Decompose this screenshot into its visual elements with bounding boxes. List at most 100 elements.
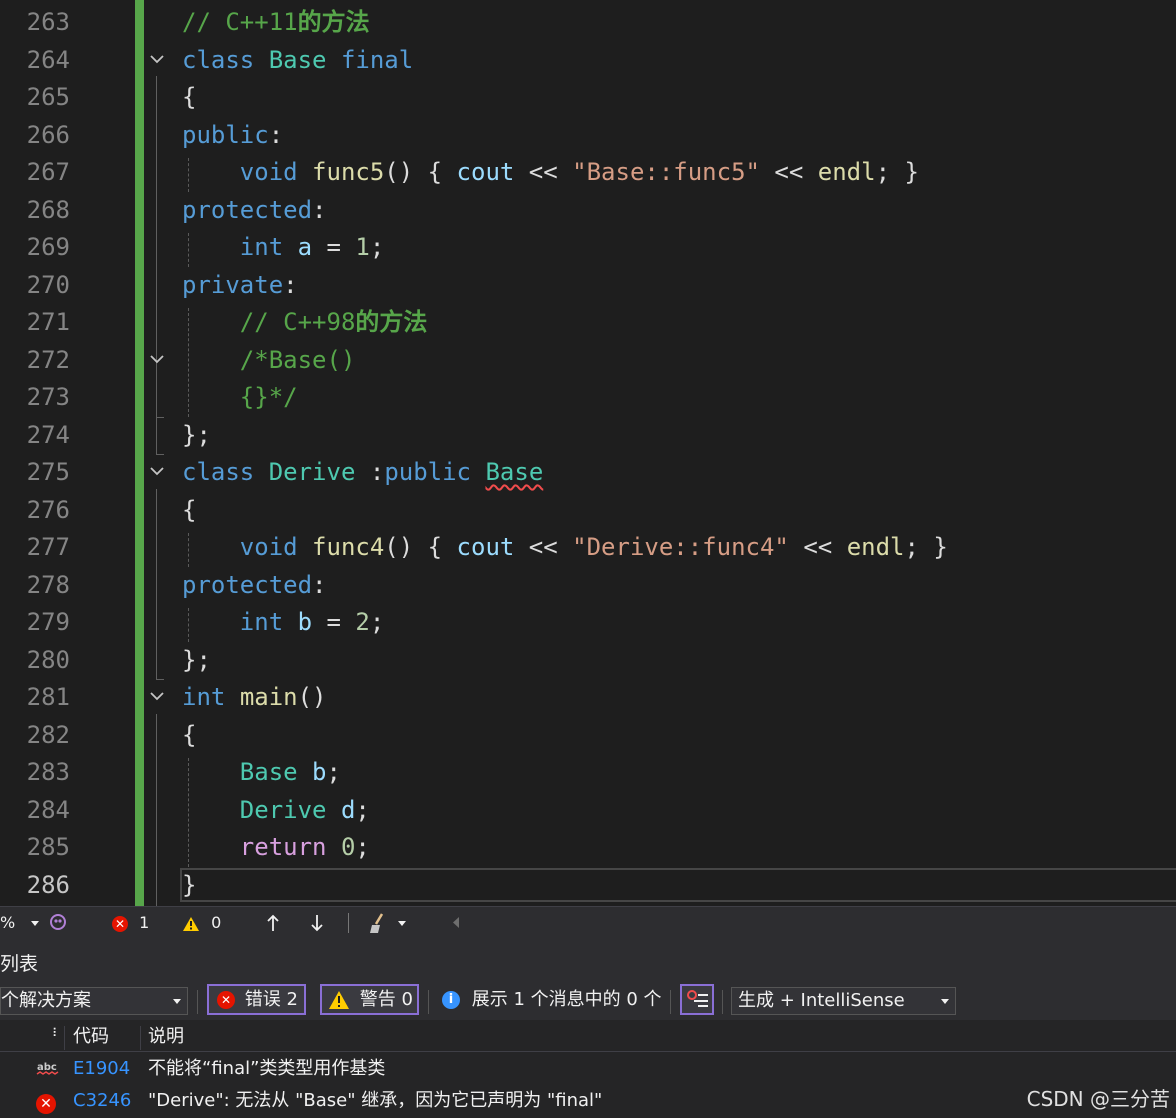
copilot-icon[interactable]	[48, 907, 68, 938]
code-line[interactable]: 285 return 0;	[0, 829, 1176, 867]
code-text[interactable]: {	[182, 79, 196, 117]
code-text[interactable]: int b = 2;	[182, 604, 385, 642]
code-line[interactable]: 273 {}*/	[0, 379, 1176, 417]
code-text[interactable]: void func5() { cout << "Base::func5" << …	[182, 154, 919, 192]
code-text[interactable]: {	[182, 717, 196, 755]
code-text[interactable]: protected:	[182, 567, 327, 605]
code-editor[interactable]: 263// C++11的方法 264 class Base final 265 {266…	[0, 0, 1176, 906]
code-text[interactable]: void func4() { cout << "Derive::func4" <…	[182, 529, 948, 567]
line-number: 267	[26, 158, 70, 186]
messages-filter-label: 展示 1 个消息中的 0 个	[471, 989, 662, 1010]
column-divider[interactable]	[64, 1026, 65, 1050]
zoom-dropdown-icon[interactable]	[29, 907, 41, 938]
code-text[interactable]: {}*/	[182, 379, 298, 417]
code-text[interactable]: {	[182, 492, 196, 530]
code-line[interactable]: 284 Derive d;	[0, 792, 1176, 830]
code-token: // C++98	[239, 308, 356, 336]
code-line[interactable]: 281 int main()	[0, 679, 1176, 717]
code-text[interactable]: public:	[182, 117, 283, 155]
code-token: {	[182, 83, 197, 111]
code-text[interactable]: };	[182, 417, 211, 455]
warnings-filter-button[interactable]: 警告 0	[320, 984, 419, 1015]
code-line[interactable]: 283 Base b;	[0, 754, 1176, 792]
errors-filter-button[interactable]: ✕ 错误 2	[207, 984, 306, 1015]
code-line[interactable]: 263 // C++11的方法	[0, 4, 1176, 42]
code-line[interactable]: 276 {	[0, 492, 1176, 530]
code-token: () {	[384, 533, 457, 561]
code-text[interactable]: /*Base()	[182, 342, 356, 380]
code-line[interactable]: 277 void func4() { cout << "Derive::func…	[0, 529, 1176, 567]
build-source-dropdown[interactable]: 生成 + IntelliSense	[731, 987, 956, 1015]
error-code-link[interactable]: C3246	[73, 1085, 131, 1117]
code-line[interactable]: 280};	[0, 642, 1176, 680]
code-cleanup-broom-icon[interactable]	[368, 907, 408, 938]
code-text[interactable]: private:	[182, 267, 298, 305]
code-line[interactable]: 266 public:	[0, 117, 1176, 155]
code-line[interactable]: 270 private:	[0, 267, 1176, 305]
scroll-left-icon[interactable]	[450, 907, 462, 938]
code-line[interactable]: 264 class Base final	[0, 42, 1176, 80]
zoom-level[interactable]: %	[0, 907, 15, 938]
code-token: };	[182, 645, 211, 674]
code-line[interactable]: 279 int b = 2;	[0, 604, 1176, 642]
fold-chevron-icon[interactable]	[147, 461, 167, 481]
fold-chevron-icon[interactable]	[147, 49, 167, 69]
code-text[interactable]: int a = 1;	[182, 229, 385, 267]
column-options-icon[interactable]: ⠇	[52, 1018, 61, 1048]
error-count-indicator[interactable]: ✕ 1	[112, 907, 149, 938]
code-text[interactable]: class Derive :public Base	[182, 454, 543, 492]
error-row-compiler[interactable]: ✕ C3246 "Derive": 无法从 "Base" 继承，因为它已声明为 …	[0, 1085, 1176, 1117]
code-text[interactable]: Derive d;	[182, 792, 370, 830]
line-number: 276	[26, 495, 70, 524]
code-line[interactable]: 271 // C++98的方法	[0, 304, 1176, 342]
scope-dropdown[interactable]: 个解决方案	[0, 987, 188, 1015]
watermark: CSDN @三分苦	[1026, 1087, 1170, 1111]
messages-filter-button[interactable]: i 展示 1 个消息中的 0 个	[436, 984, 662, 1015]
code-text[interactable]: // C++98的方法	[182, 304, 428, 342]
code-text[interactable]: }	[182, 867, 196, 905]
code-token: ()	[297, 683, 327, 711]
code-line[interactable]: 275 class Derive :public Base	[0, 454, 1176, 492]
next-issue-arrow-icon[interactable]	[308, 907, 326, 938]
filter-toggle-button[interactable]	[680, 984, 714, 1015]
code-text[interactable]: return 0;	[182, 829, 370, 867]
code-token: ; }	[875, 158, 919, 186]
code-line[interactable]: 274};	[0, 417, 1176, 455]
code-line[interactable]: 272 /*Base()	[0, 342, 1176, 380]
code-token: :	[312, 195, 327, 224]
code-token: public	[182, 120, 269, 149]
code-line[interactable]: 286}	[0, 867, 1176, 905]
code-text[interactable]: // C++11的方法	[182, 4, 370, 42]
column-header-code[interactable]: 代码	[73, 1022, 109, 1052]
code-text[interactable]: int main()	[182, 679, 327, 717]
code-line[interactable]: 267 void func5() { cout << "Base::func5"…	[0, 154, 1176, 192]
info-icon: i	[442, 991, 460, 1009]
column-header-description[interactable]: 说明	[148, 1022, 184, 1052]
code-text[interactable]: class Base final	[182, 42, 413, 80]
code-line[interactable]: 265 {	[0, 79, 1176, 117]
code-text[interactable]: };	[182, 642, 211, 680]
separator	[197, 990, 198, 1014]
error-row-intellisense[interactable]: abc E1904 不能将“final”类类型用作基类	[0, 1053, 1176, 1085]
code-line[interactable]: 278 protected:	[0, 567, 1176, 605]
code-text[interactable]: Base b;	[182, 754, 341, 792]
line-number: 281	[26, 683, 70, 711]
column-divider[interactable]	[140, 1026, 141, 1050]
code-line[interactable]: 269 int a = 1;	[0, 229, 1176, 267]
warning-count-indicator[interactable]: 0	[182, 907, 221, 938]
code-line[interactable]: 268 protected:	[0, 192, 1176, 230]
fold-chevron-icon[interactable]	[147, 686, 167, 706]
code-line[interactable]: 282 {	[0, 717, 1176, 755]
code-token: <<	[759, 158, 818, 186]
line-number: 265	[26, 83, 70, 111]
intellisense-squiggle-icon: abc	[36, 1061, 60, 1081]
code-token: main	[239, 683, 298, 711]
line-number: 284	[26, 795, 70, 824]
code-token: =	[312, 233, 356, 261]
previous-issue-arrow-icon[interactable]	[264, 907, 282, 938]
error-code-link[interactable]: E1904	[73, 1053, 130, 1085]
code-text[interactable]: protected:	[182, 192, 327, 230]
code-token: Base	[485, 458, 544, 486]
fold-chevron-icon[interactable]	[147, 349, 167, 369]
